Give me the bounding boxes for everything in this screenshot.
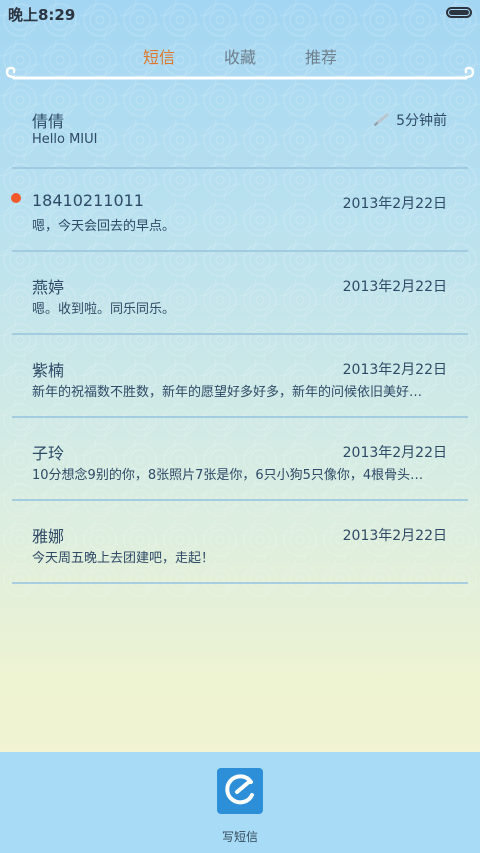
unread-dot-icon bbox=[11, 193, 21, 203]
message-snippet: Hello MIUI bbox=[32, 132, 98, 147]
conversation-row[interactable]: 子玲 2013年2月22日 10分想念9别的你，8张照片7张是你，6只小狗5只像… bbox=[0, 418, 480, 501]
compose-label: 写短信 bbox=[221, 830, 258, 844]
conversation-row[interactable]: 紫楠 2013年2月22日 新年的祝福数不胜数，新年的愿望好多好多，新年的问候依… bbox=[0, 335, 480, 418]
compose-icon bbox=[225, 774, 254, 805]
conversation-row[interactable]: 雅娜 2013年2月22日 今天周五晚上去团建吧，走起！ bbox=[0, 501, 480, 584]
conversation-list: 倩倩 5分钟前 Hello MIUI 18410211011 2013年2月22… bbox=[0, 86, 480, 584]
contact-name: 雅娜 bbox=[32, 527, 65, 546]
conversation-row[interactable]: 燕婷 2013年2月22日 嗯。收到啦。同乐同乐。 bbox=[0, 252, 480, 335]
conversation-row[interactable]: 18410211011 2013年2月22日 嗯，今天会回去的早点。 bbox=[0, 169, 480, 252]
row-divider bbox=[12, 582, 468, 584]
message-snippet: 嗯，今天会回去的早点。 bbox=[32, 219, 176, 234]
message-time: 2013年2月22日 bbox=[342, 445, 447, 461]
contact-name: 紫楠 bbox=[32, 361, 65, 380]
contact-name: 子玲 bbox=[32, 444, 65, 463]
draft-pencil-icon bbox=[374, 113, 389, 126]
message-snippet: 嗯。收到啦。同乐同乐。 bbox=[32, 302, 176, 317]
contact-name: 燕婷 bbox=[32, 278, 65, 297]
messaging-screen: 晚上8:29 短信 收藏 推荐 倩倩 5分钟前 Hello MIUI 18410… bbox=[0, 0, 480, 853]
status-time: 晚上8:29 bbox=[8, 6, 76, 24]
message-time: 2013年2月22日 bbox=[342, 196, 447, 212]
message-snippet: 今天周五晚上去团建吧，走起！ bbox=[32, 551, 215, 566]
tab-indicator-rail bbox=[5, 66, 475, 80]
bottom-action-bar: 写短信 bbox=[0, 752, 480, 853]
message-snippet: 10分想念9别的你，8张照片7张是你，6只小狗5只像你，4根骨头… bbox=[32, 468, 424, 483]
contact-name: 18410211011 bbox=[32, 191, 144, 210]
contact-name: 倩倩 bbox=[32, 112, 65, 131]
status-bar: 晚上8:29 bbox=[0, 0, 480, 28]
battery-icon bbox=[446, 7, 472, 18]
conversation-row[interactable]: 倩倩 5分钟前 Hello MIUI bbox=[0, 86, 480, 169]
tab-sms[interactable]: 短信 bbox=[143, 44, 175, 68]
compose-button[interactable] bbox=[217, 768, 263, 814]
message-time: 5分钟前 bbox=[396, 113, 447, 129]
message-snippet: 新年的祝福数不胜数，新年的愿望好多好多，新年的问候依旧美好… bbox=[32, 385, 423, 400]
message-time: 2013年2月22日 bbox=[342, 362, 447, 378]
tab-recommended[interactable]: 推荐 bbox=[305, 44, 337, 68]
battery-fill bbox=[449, 10, 469, 15]
message-time: 2013年2月22日 bbox=[342, 279, 447, 295]
tab-favorites[interactable]: 收藏 bbox=[224, 44, 256, 68]
message-time: 2013年2月22日 bbox=[342, 528, 447, 544]
